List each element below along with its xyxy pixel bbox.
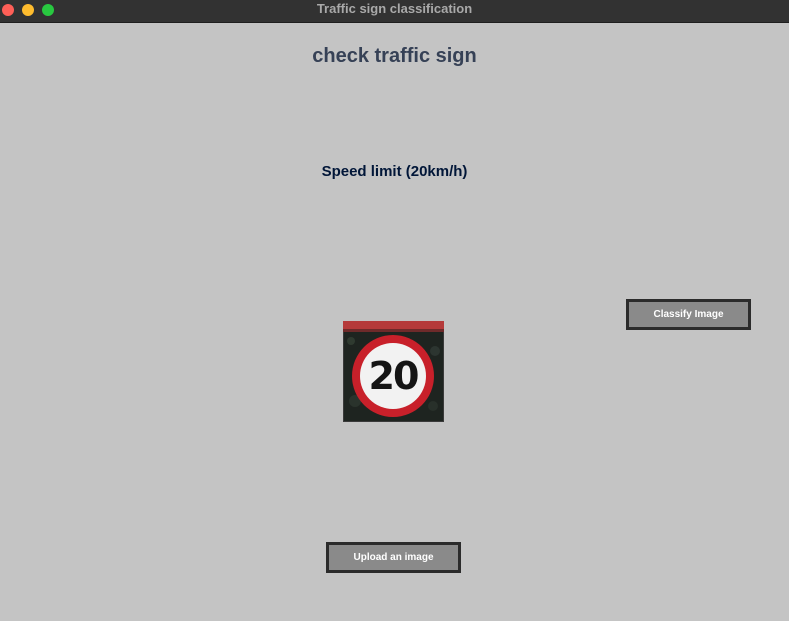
classify-image-button[interactable]: Classify Image xyxy=(626,299,751,330)
page-heading: check traffic sign xyxy=(312,45,477,67)
uploaded-sign-image: 20 xyxy=(343,321,444,422)
classification-result: Speed limit (20km/h) xyxy=(321,163,468,180)
upload-image-button[interactable]: Upload an image xyxy=(326,542,461,573)
sign-number: 20 xyxy=(369,354,418,398)
app-window: Traffic sign classification check traffi… xyxy=(0,0,789,621)
title-bar: Traffic sign classification xyxy=(0,0,789,23)
window-title: Traffic sign classification xyxy=(316,1,473,16)
